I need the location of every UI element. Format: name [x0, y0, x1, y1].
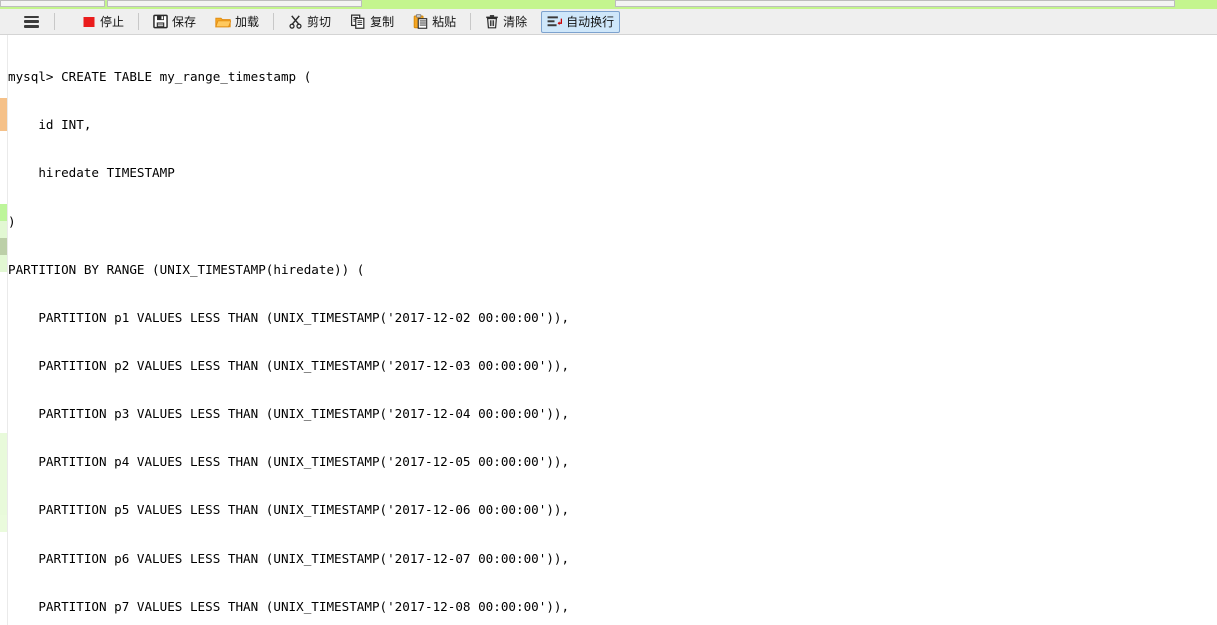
- copy-button-label: 复制: [370, 15, 395, 29]
- console-line: PARTITION p4 VALUES LESS THAN (UNIX_TIME…: [8, 454, 570, 470]
- background-window-strip: [0, 0, 1217, 9]
- console-line: PARTITION p6 VALUES LESS THAN (UNIX_TIME…: [8, 550, 570, 566]
- console-line: PARTITION p3 VALUES LESS THAN (UNIX_TIME…: [8, 406, 570, 422]
- copy-button[interactable]: 复制: [344, 11, 400, 33]
- stop-button-label: 停止: [100, 15, 125, 29]
- copy-pages-icon: [350, 14, 366, 29]
- console-line: PARTITION p5 VALUES LESS THAN (UNIX_TIME…: [8, 502, 570, 518]
- word-wrap-toggle[interactable]: 自动换行: [541, 10, 621, 33]
- clipboard-icon: [413, 14, 428, 29]
- cut-button-label: 剪切: [307, 15, 332, 29]
- gutter-marker: [0, 255, 7, 272]
- floppy-disk-icon: [153, 14, 168, 29]
- console-line: PARTITION p2 VALUES LESS THAN (UNIX_TIME…: [8, 357, 570, 373]
- toolbar-separator: [273, 13, 275, 30]
- gutter-marker: [0, 98, 7, 131]
- stop-button[interactable]: 停止: [76, 11, 130, 33]
- load-button-label: 加载: [235, 15, 260, 29]
- toolbar-separator: [138, 13, 140, 30]
- save-button[interactable]: 保存: [147, 11, 202, 33]
- gutter-marker: [0, 238, 7, 255]
- load-button[interactable]: 加载: [209, 11, 265, 33]
- hamburger-menu-button[interactable]: [17, 11, 46, 33]
- console-line: ): [8, 213, 16, 229]
- stop-square-icon: [82, 15, 96, 29]
- paste-button[interactable]: 粘贴: [407, 11, 462, 33]
- word-wrap-icon: [547, 15, 563, 29]
- cut-button[interactable]: 剪切: [282, 11, 337, 33]
- save-button-label: 保存: [172, 15, 197, 29]
- paste-button-label: 粘贴: [432, 15, 457, 29]
- gutter-marker: [0, 515, 7, 532]
- word-wrap-toggle-label: 自动换行: [566, 15, 615, 29]
- clear-button[interactable]: 清除: [479, 11, 533, 33]
- scissors-icon: [288, 14, 303, 29]
- gutter-marker: [0, 204, 7, 221]
- gutter-marker: [0, 221, 7, 238]
- bg-window-segment: [107, 0, 362, 7]
- gutter-marker: [0, 433, 7, 515]
- clear-button-label: 清除: [503, 15, 528, 29]
- toolbar: 停止 保存 加载 剪切 复制 粘贴 清除 自动换行: [0, 9, 1217, 35]
- console-line: PARTITION BY RANGE (UNIX_TIMESTAMP(hired…: [8, 261, 365, 277]
- toolbar-separator: [54, 13, 55, 30]
- annotation-gutter[interactable]: [0, 35, 8, 625]
- toolbar-separator: [470, 13, 472, 30]
- console-line: hiredate TIMESTAMP: [8, 165, 175, 181]
- folder-icon: [215, 15, 232, 29]
- bg-window-segment: [615, 0, 1175, 7]
- console-line: id INT,: [8, 117, 92, 133]
- bg-window-segment: [0, 0, 105, 7]
- console-line: PARTITION p1 VALUES LESS THAN (UNIX_TIME…: [8, 309, 570, 325]
- console-line: mysql> CREATE TABLE my_range_timestamp (: [8, 69, 312, 85]
- console-text-body[interactable]: mysql> CREATE TABLE my_range_timestamp (…: [8, 35, 1217, 625]
- console-line: PARTITION p7 VALUES LESS THAN (UNIX_TIME…: [8, 598, 570, 614]
- console-output-pane[interactable]: mysql> CREATE TABLE my_range_timestamp (…: [0, 35, 1217, 625]
- trash-can-icon: [485, 14, 499, 29]
- hamburger-menu-icon: [24, 15, 39, 28]
